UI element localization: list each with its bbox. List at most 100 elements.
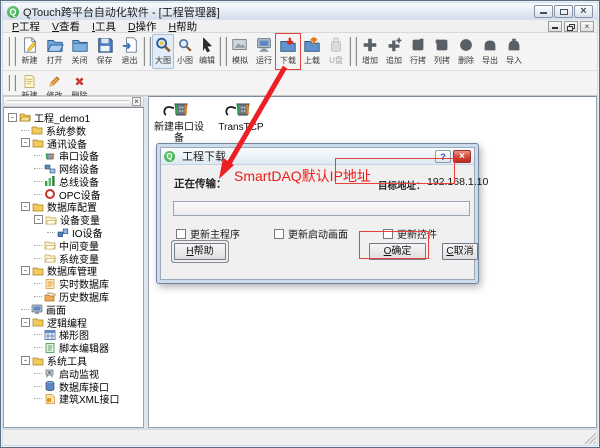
- col-copy-icon: [432, 36, 452, 54]
- toolbar2-button-pencil[interactable]: 修改: [42, 72, 67, 94]
- toolbar-handle[interactable]: [143, 37, 151, 66]
- toolbar-handle[interactable]: [8, 75, 16, 91]
- toolbar-button-label: 退出: [122, 55, 138, 66]
- toolbar-button-folder-open[interactable]: 打开: [42, 34, 67, 69]
- toolbar-button-doc-new[interactable]: 新建: [17, 34, 42, 69]
- doc-yellow-icon: [21, 74, 38, 89]
- toolbar-button-import[interactable]: 导入: [502, 34, 526, 69]
- checkbox-3[interactable]: 更新控件: [383, 226, 437, 241]
- toolbar-handle[interactable]: [8, 37, 16, 66]
- toolbar2-button-doc-yellow[interactable]: 新建: [17, 72, 42, 94]
- toolbar-button-label: 导入: [506, 55, 522, 66]
- toolbar-handle[interactable]: [349, 37, 357, 66]
- panel-header: ×: [3, 96, 144, 107]
- mdi-restore-button[interactable]: [564, 21, 578, 32]
- histdb-sm-icon: [44, 291, 56, 303]
- folder-open-icon: [45, 36, 65, 54]
- dialog-logo-icon: Q: [164, 151, 175, 162]
- panel-close-button[interactable]: ×: [132, 97, 141, 106]
- toolbar-button-plus-append[interactable]: 追加: [382, 34, 406, 69]
- tree-item[interactable]: 历史数据库: [4, 290, 143, 303]
- toolbar-button-upload[interactable]: 上载: [300, 34, 324, 69]
- tree-connector: [34, 296, 42, 297]
- toolbar-button-usb[interactable]: U盘: [324, 34, 348, 69]
- simulate-icon: [230, 36, 250, 54]
- close-button[interactable]: ×: [574, 5, 593, 18]
- checkbox-2[interactable]: 更新启动画面: [274, 226, 348, 241]
- mdi-close-button[interactable]: ×: [580, 21, 594, 32]
- toolbar-button-export[interactable]: 导出: [478, 34, 502, 69]
- menu-操作[interactable]: D操作: [122, 21, 163, 33]
- tree-connector: [21, 130, 29, 131]
- toolbar-button-simulate[interactable]: 模拟: [228, 34, 252, 69]
- tree-expander-icon[interactable]: -: [8, 113, 17, 122]
- toolbar-button-zoom-small[interactable]: 小图: [174, 34, 196, 69]
- del-x-icon: [71, 74, 88, 89]
- toolbar-button-cursor[interactable]: 编辑: [196, 34, 218, 69]
- toolbar-button-col-copy[interactable]: 列拷: [430, 34, 454, 69]
- dialog-help-button[interactable]: ?: [435, 150, 451, 163]
- app-logo-icon: Q: [7, 6, 19, 18]
- toolbar-button-doc-exit[interactable]: 退出: [117, 34, 142, 69]
- ok-button[interactable]: O确定: [369, 243, 426, 260]
- menu-工具[interactable]: I工具: [86, 21, 122, 33]
- minimize-button[interactable]: [534, 5, 553, 18]
- tree-expander-icon[interactable]: -: [21, 266, 30, 275]
- checkbox-box[interactable]: [274, 229, 284, 239]
- toolbar-button-label: 关闭: [72, 55, 88, 66]
- help-button[interactable]: H帮助: [174, 243, 226, 260]
- menu-查看[interactable]: V查看: [46, 21, 86, 33]
- maximize-button[interactable]: [554, 5, 573, 18]
- cancel-button[interactable]: C取消: [442, 243, 478, 260]
- workspace-shortcut[interactable]: TransTCP: [213, 99, 269, 133]
- zoom-large-icon: [153, 36, 173, 54]
- tree-connector: [34, 386, 42, 387]
- shortcut-label: 新建串口设备: [151, 122, 207, 144]
- tree-expander-icon[interactable]: -: [21, 318, 30, 327]
- checkbox-box[interactable]: [383, 229, 393, 239]
- tree-item[interactable]: 建筑XML接口: [4, 393, 143, 406]
- toolbar-button-zoom-large[interactable]: 大图: [152, 34, 174, 69]
- menu-工程[interactable]: P工程: [6, 21, 46, 33]
- window-title: QTouch跨平台自动化软件 - [工程管理器]: [23, 4, 220, 20]
- checkbox-1[interactable]: 更新主程序: [176, 226, 240, 241]
- checkbox-box[interactable]: [176, 229, 186, 239]
- toolbar-button-row-copy[interactable]: 行拷: [406, 34, 430, 69]
- doc-new-icon: [20, 36, 40, 54]
- zoom-small-icon: [175, 36, 195, 54]
- workspace-shortcut[interactable]: 新建串口设备: [151, 99, 207, 144]
- toolbar-button-plus[interactable]: 增加: [358, 34, 382, 69]
- serial-large-icon: [163, 99, 195, 121]
- resize-grip[interactable]: [584, 432, 596, 444]
- toolbar2-button-del-x[interactable]: 删除: [67, 72, 92, 94]
- tree-connector: [47, 232, 55, 233]
- tree-expander-icon[interactable]: -: [21, 138, 30, 147]
- toolbar-button-folder-close[interactable]: 关闭: [67, 34, 92, 69]
- serial-large-icon: [225, 99, 257, 121]
- toolbar-button-del-circle[interactable]: 删除: [454, 34, 478, 69]
- ladder-sm-icon: [44, 329, 56, 341]
- screen-sm-icon: [31, 303, 43, 315]
- menu-帮助[interactable]: H帮助: [163, 21, 204, 33]
- opc-sm-icon: [44, 188, 56, 200]
- toolbar-button-label: 导出: [482, 55, 498, 66]
- toolbar-handle[interactable]: [219, 37, 227, 66]
- tree-expander-icon[interactable]: -: [34, 215, 43, 224]
- app-window: Q QTouch跨平台自动化软件 - [工程管理器] × P工程V查看I工具D操…: [0, 0, 600, 448]
- toolbar-button-label: 行拷: [410, 55, 426, 66]
- toolbar-button-run[interactable]: 运行: [252, 34, 276, 69]
- download-dialog: Q 工程下载 ? × 正在传输： 目标地址： 192.168.1.10 更新主程…: [156, 143, 479, 284]
- import-icon: [504, 36, 524, 54]
- pencil-icon: [46, 74, 63, 89]
- toolbar-button-download[interactable]: 下载: [276, 34, 300, 69]
- checkbox-label: 更新启动画面: [288, 226, 348, 241]
- dialog-close-button[interactable]: ×: [453, 150, 471, 163]
- tree-expander-icon[interactable]: -: [21, 202, 30, 211]
- tree-expander-icon[interactable]: -: [21, 356, 30, 365]
- window-controls: ×: [534, 5, 593, 18]
- mdi-minimize-button[interactable]: [548, 21, 562, 32]
- toolbar-button-floppy[interactable]: 保存: [92, 34, 117, 69]
- toolbar-button-label: 上载: [304, 55, 320, 66]
- toolbar-button-label: 列拷: [434, 55, 450, 66]
- tree-item-label: 历史数据库: [59, 289, 109, 304]
